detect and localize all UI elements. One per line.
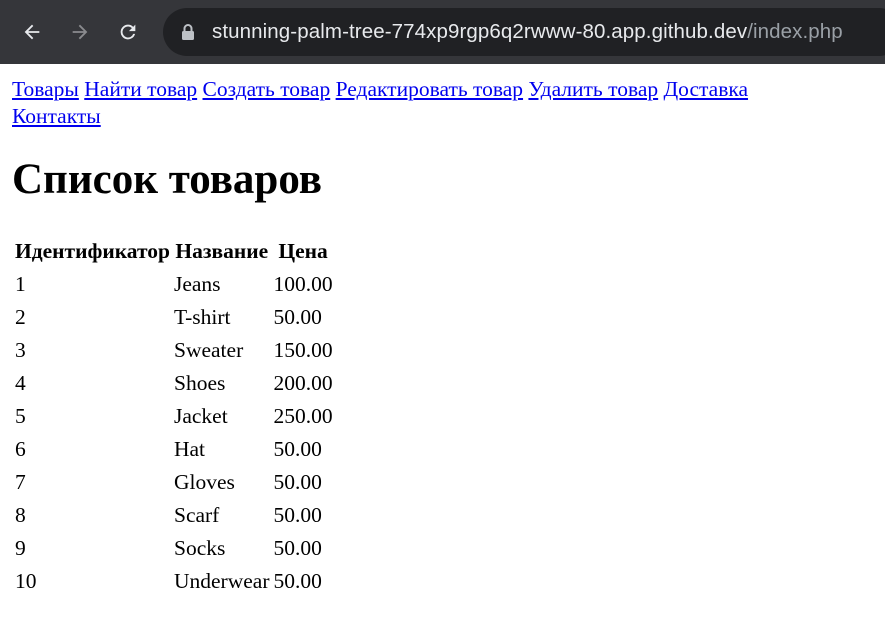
products-table: Идентификатор Название Цена 1 Jeans 100.… (12, 234, 336, 599)
url-host: stunning-palm-tree-774xp9rgp6q2rwww-80.a… (212, 20, 748, 43)
cell-price: 50.00 (273, 503, 322, 527)
cell-price: 50.00 (273, 470, 322, 494)
nav-link-delivery[interactable]: Доставка (664, 77, 749, 101)
cell-id: 5 (15, 404, 26, 428)
cell-id: 8 (15, 503, 26, 527)
address-bar[interactable]: stunning-palm-tree-774xp9rgp6q2rwww-80.a… (163, 8, 885, 56)
cell-id: 2 (15, 305, 26, 329)
arrow-left-icon (24, 24, 40, 40)
table-row: 7 Gloves 50.00 (14, 467, 334, 498)
cell-price: 100.00 (273, 272, 333, 296)
lock-icon[interactable] (182, 23, 196, 41)
cell-id: 1 (15, 272, 26, 296)
table-row: 6 Hat 50.00 (14, 434, 334, 465)
column-header-id: Идентификатор (15, 239, 170, 263)
cell-price: 50.00 (273, 305, 322, 329)
cell-name: Gloves (173, 470, 235, 494)
reload-icon (120, 24, 136, 40)
cell-name: Jeans (173, 272, 221, 296)
cell-id: 10 (15, 569, 37, 593)
cell-name: Scarf (173, 503, 220, 527)
cell-price: 150.00 (273, 338, 333, 362)
cell-price: 200.00 (273, 371, 333, 395)
cell-id: 9 (15, 536, 26, 560)
table-row: 8 Scarf 50.00 (14, 500, 334, 531)
column-header-price: Цена (278, 239, 328, 263)
arrow-right-icon (72, 24, 88, 40)
url-path: /index.php (747, 20, 843, 43)
page-content: Товары Найти товар Создать товар Редакти… (0, 64, 885, 599)
reload-button[interactable] (112, 16, 144, 48)
cell-name: Hat (173, 437, 206, 461)
table-row: 10 Underwear 50.00 (14, 566, 334, 597)
cell-name: Underwear (173, 569, 270, 593)
table-row: 2 T-shirt 50.00 (14, 302, 334, 333)
cell-name: Jacket (173, 404, 228, 428)
column-header-name: Название (175, 239, 269, 263)
table-row: 1 Jeans 100.00 (14, 269, 334, 300)
forward-button[interactable] (64, 16, 96, 48)
cell-id: 4 (15, 371, 26, 395)
page-title: Список товаров (12, 156, 322, 203)
table-row: 4 Shoes 200.00 (14, 368, 334, 399)
table-row: 3 Sweater 150.00 (14, 335, 334, 366)
cell-price: 50.00 (273, 437, 322, 461)
cell-id: 6 (15, 437, 26, 461)
url-text: stunning-palm-tree-774xp9rgp6q2rwww-80.a… (212, 20, 843, 44)
cell-name: Socks (173, 536, 226, 560)
site-nav: Товары Найти товар Создать товар Редакти… (12, 76, 772, 130)
cell-id: 3 (15, 338, 26, 362)
table-row: 9 Socks 50.00 (14, 533, 334, 564)
cell-name: Shoes (173, 371, 226, 395)
cell-price: 50.00 (273, 536, 322, 560)
nav-link-edit-product[interactable]: Редактировать товар (336, 77, 523, 101)
table-row: 5 Jacket 250.00 (14, 401, 334, 432)
back-button[interactable] (16, 16, 48, 48)
table-header-row: Идентификатор Название Цена (14, 236, 334, 267)
browser-toolbar: stunning-palm-tree-774xp9rgp6q2rwww-80.a… (0, 0, 885, 64)
nav-link-find-product[interactable]: Найти товар (84, 77, 197, 101)
nav-link-contacts[interactable]: Контакты (12, 104, 101, 128)
cell-price: 250.00 (273, 404, 333, 428)
cell-name: Sweater (173, 338, 244, 362)
nav-link-delete-product[interactable]: Удалить товар (528, 77, 658, 101)
cell-price: 50.00 (273, 569, 322, 593)
nav-link-create-product[interactable]: Создать товар (203, 77, 331, 101)
nav-link-products[interactable]: Товары (12, 77, 79, 101)
cell-id: 7 (15, 470, 26, 494)
cell-name: T-shirt (173, 305, 231, 329)
